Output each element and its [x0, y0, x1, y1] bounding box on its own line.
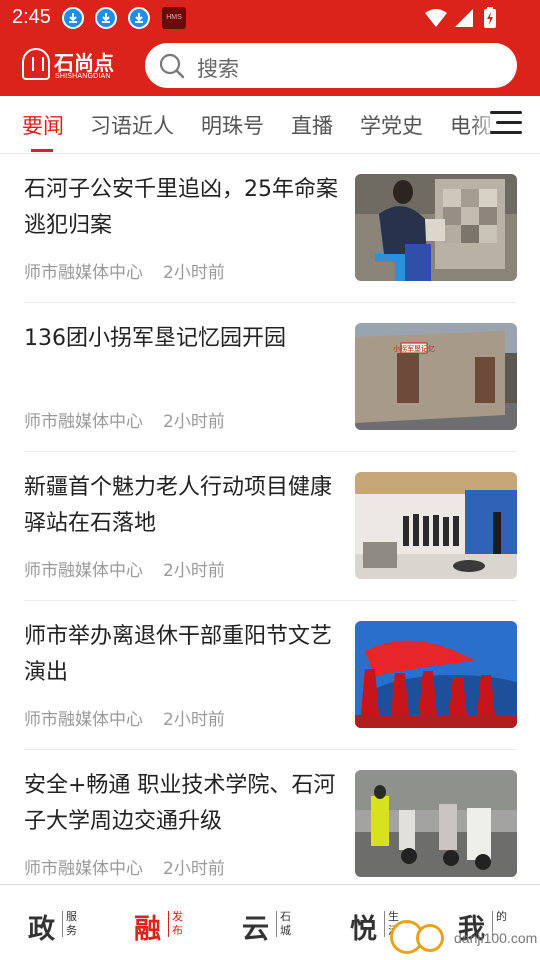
logo-text: 石尚点: [54, 51, 114, 75]
news-source: 师市融媒体中心: [24, 412, 143, 432]
news-item[interactable]: 师市举办离退休干部重阳节文艺演出 师市融媒体中心 2小时前: [24, 601, 517, 750]
nav-big-label: 政: [28, 914, 55, 945]
photo-sign-text: 小拐军垦记忆: [393, 344, 435, 353]
search-input[interactable]: 搜索: [145, 43, 517, 88]
nav-big-label: 融: [134, 914, 161, 945]
news-thumbnail: [355, 174, 517, 281]
news-meta: 师市融媒体中心 2小时前: [24, 407, 225, 432]
news-thumbnail: [355, 621, 517, 728]
nav-divider: [276, 911, 277, 937]
system-status-icons: [425, 7, 496, 28]
news-age: 2小时前: [163, 263, 225, 283]
nav-big-label: 云: [242, 914, 269, 945]
watermark-text: danji100.com: [454, 930, 538, 946]
news-thumbnail: [355, 770, 517, 877]
logo-mark-icon: [22, 48, 50, 80]
news-item[interactable]: 136团小拐军垦记忆园开园 师市融媒体中心 2小时前 小拐军垦记忆: [24, 303, 517, 452]
nav-small-label: 石城: [280, 910, 291, 937]
news-meta: 师市融媒体中心 2小时前: [24, 258, 225, 283]
news-item[interactable]: 新疆首个魅力老人行动项目健康驿站在石落地 师市融媒体中心 2小时前: [24, 452, 517, 601]
news-meta: 师市融媒体中心 2小时前: [24, 854, 225, 879]
news-thumbnail: 小拐军垦记忆: [355, 323, 517, 430]
app-logo[interactable]: 石尚点 SHISHANGDIAN: [22, 46, 126, 84]
news-source: 师市融媒体中心: [24, 859, 143, 879]
news-age: 2小时前: [163, 859, 225, 879]
nav-small-label: 发布: [172, 910, 183, 937]
nav-divider: [168, 911, 169, 937]
news-item[interactable]: 石河子公安千里追凶，25年命案逃犯归案 师市融媒体中心 2小时前: [24, 154, 517, 303]
menu-icon[interactable]: [490, 109, 522, 137]
news-thumbnail: [355, 472, 517, 579]
news-meta: 师市融媒体中心 2小时前: [24, 705, 225, 730]
nav-big-label: 悦: [350, 914, 377, 945]
news-source: 师市融媒体中心: [24, 561, 143, 581]
app-header: 2:45 HMS 石尚点 SHISHANGDIAN 搜索: [0, 0, 540, 96]
news-age: 2小时前: [163, 710, 225, 730]
news-source: 师市融媒体中心: [24, 263, 143, 283]
tab-headlines[interactable]: 要闻: [22, 110, 64, 140]
search-icon: [159, 53, 185, 79]
nav-divider: [62, 911, 63, 937]
signal-icon: [455, 9, 473, 27]
news-source: 师市融媒体中心: [24, 710, 143, 730]
news-age: 2小时前: [163, 561, 225, 581]
nav-divider: [384, 911, 385, 937]
news-list: 石河子公安千里追凶，25年命案逃犯归案 师市融媒体中心 2小时前 136团小拐军垦…: [0, 154, 540, 884]
active-tab-indicator: [31, 149, 53, 152]
status-bar: 2:45 HMS: [0, 0, 540, 36]
watermark-logo-icon: [416, 924, 444, 952]
download-icon: [95, 7, 117, 29]
tab-party-history[interactable]: 学党史: [360, 110, 423, 140]
news-meta: 师市融媒体中心 2小时前: [24, 556, 225, 581]
tab-xi-quotes[interactable]: 习语近人: [90, 110, 174, 140]
news-title: 136团小拐军垦记忆园开园: [24, 326, 286, 351]
category-tabs: 要闻 习语近人 明珠号 直播 学党史 电视: [0, 96, 540, 154]
news-item[interactable]: 安全+畅通 职业技术学院、石河子大学周边交通升级 师市融媒体中心 2小时前: [24, 750, 517, 884]
download-icon: [62, 7, 84, 29]
news-title: 安全+畅通 职业技术学院、石河子大学周边交通升级: [24, 773, 336, 834]
news-title: 新疆首个魅力老人行动项目健康驿站在石落地: [24, 475, 333, 536]
status-time: 2:45: [12, 6, 51, 28]
news-age: 2小时前: [163, 412, 225, 432]
news-title: 师市举办离退休干部重阳节文艺演出: [24, 624, 333, 685]
watermark: danji100.com: [390, 908, 540, 958]
tab-pearl-accounts[interactable]: 明珠号: [201, 110, 264, 140]
tab-live[interactable]: 直播: [291, 110, 333, 140]
logo-subtext: SHISHANGDIAN: [55, 73, 111, 80]
hms-icon: HMS: [162, 7, 186, 29]
news-title: 石河子公安千里追凶，25年命案逃犯归案: [24, 177, 338, 238]
search-placeholder: 搜索: [197, 57, 239, 81]
wifi-icon: [425, 9, 447, 27]
nav-small-label: 服务: [66, 910, 77, 937]
download-icon: [128, 7, 150, 29]
battery-icon: [484, 7, 496, 28]
